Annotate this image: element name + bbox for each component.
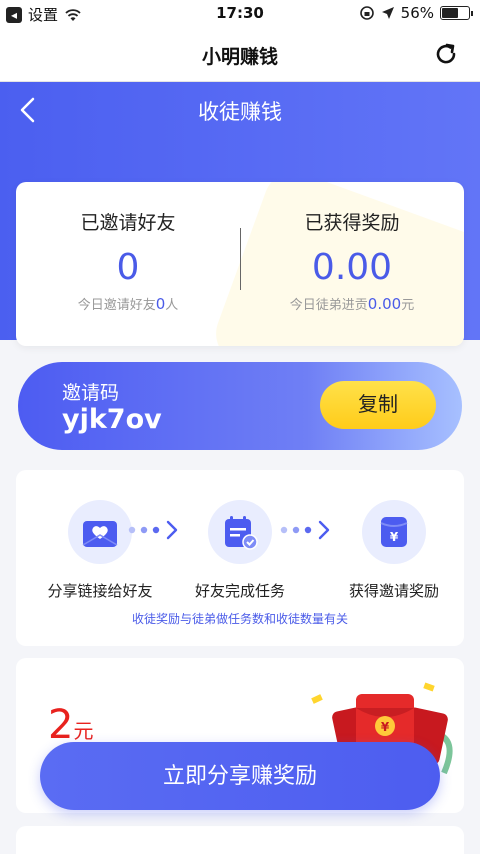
earned-label: 已获得奖励 [304,212,400,234]
earned-today: 今日徒弟进贡0.00元 [289,295,415,313]
page-title: 收徒赚钱 [198,100,282,124]
step-label: 好友完成任务 [194,582,285,600]
location-icon [381,7,394,19]
step-label: 分享链接给好友 [47,582,153,600]
battery-icon [440,6,473,20]
invited-count: 0 [116,247,140,288]
step-label: 获得邀请奖励 [348,582,439,600]
heart-envelope-icon [68,500,132,564]
svg-text:¥: ¥ [381,720,390,734]
rotation-lock-icon [359,6,374,20]
step-complete-task: 好友完成任务 [170,500,310,601]
share-button[interactable]: 立即分享赚奖励 [40,742,440,810]
earned-reward-stat: 已获得奖励 0.00 今日徒弟进贡0.00元 [240,208,464,313]
copy-button[interactable]: 复制 [320,381,436,429]
invited-today: 今日邀请好友0人 [77,295,179,313]
invite-code-bar: 邀请码 yjk7ov 复制 [18,362,462,450]
next-card [16,826,464,854]
refresh-icon[interactable] [432,40,460,68]
invite-code-value: yjk7ov [62,404,162,435]
steps-card: 分享链接给好友 好友完成任务 ¥ 获得邀请奖励 收徒奖励与徒弟做任务数和收徒数量… [16,470,464,646]
invite-code-label: 邀请码 [62,382,120,404]
task-check-icon [208,500,272,564]
app-title: 小明赚钱 [201,46,278,68]
yuan-wallet-icon: ¥ [362,500,426,564]
app-bar: 小明赚钱 [0,28,480,82]
svg-text:¥: ¥ [390,530,399,544]
invited-label: 已邀请好友 [80,212,176,234]
step-get-reward: ¥ 获得邀请奖励 [324,500,464,601]
steps-note: 收徒奖励与徒弟做任务数和收徒数量有关 [131,612,348,626]
status-bar: ◂ 设置 17:30 56% [0,0,480,28]
earned-amount: 0.00 [311,247,393,288]
stats-card: 已邀请好友 0 今日邀请好友0人 已获得奖励 0.00 今日徒弟进贡0.00元 [16,182,464,346]
step-share: 分享链接给好友 [30,500,170,601]
battery-percent: 56% [400,4,434,22]
invited-friends-stat: 已邀请好友 0 今日邀请好友0人 [16,208,240,313]
